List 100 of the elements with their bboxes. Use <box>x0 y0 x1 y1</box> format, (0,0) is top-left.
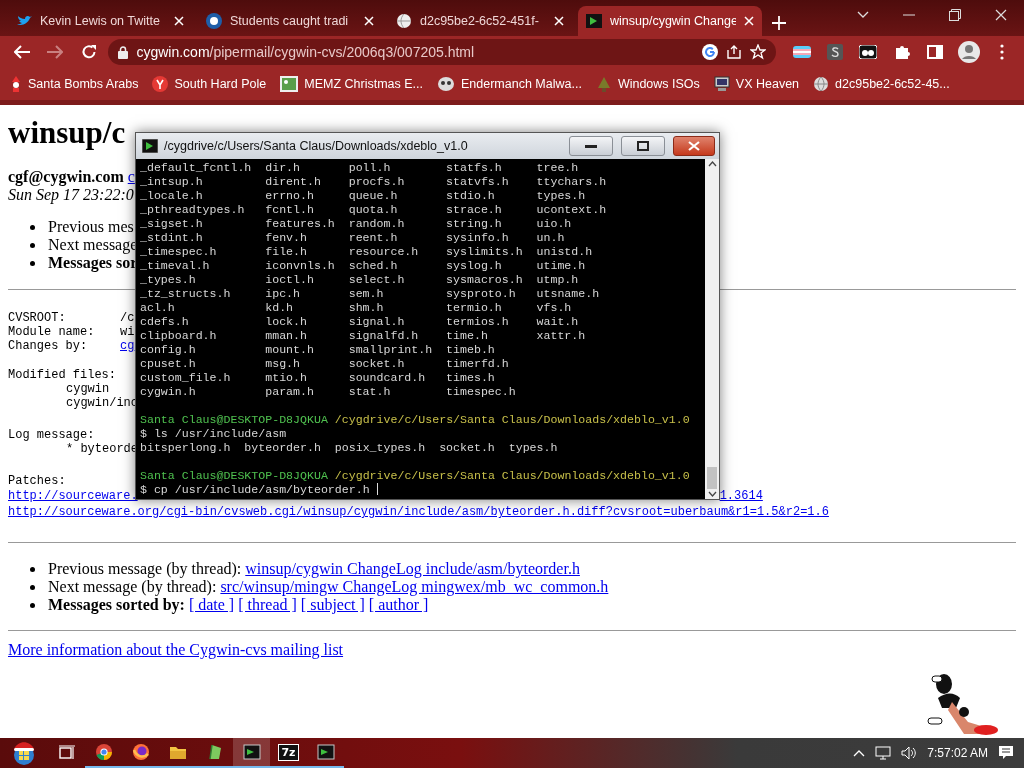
bookmark[interactable]: VX Heaven <box>713 76 800 92</box>
field-link[interactable]: cg <box>120 339 135 353</box>
file-name: lock.h <box>265 315 307 329</box>
file-name: types.h <box>508 441 558 455</box>
file-name: errno.h <box>265 189 314 203</box>
google-icon[interactable] <box>701 44 718 60</box>
bullet-icon <box>30 585 35 590</box>
archive-app-label[interactable]: 7z <box>278 743 299 761</box>
image-icon <box>280 76 299 92</box>
file-name: signalfd.h <box>348 329 419 343</box>
file-name: syslog.h <box>446 259 502 273</box>
chrome-icon[interactable] <box>94 743 113 761</box>
file-name: reent.h <box>348 231 398 245</box>
reload-icon[interactable] <box>80 44 97 60</box>
new-tab-icon[interactable] <box>772 16 786 30</box>
firefox-icon[interactable] <box>131 743 150 761</box>
nav-label: Messages sorted by: <box>48 596 185 614</box>
flag-icon[interactable] <box>792 46 811 58</box>
thread-link[interactable]: winsup/cygwin ChangeLog include/asm/byteorder.h <box>245 560 580 578</box>
volume-icon[interactable] <box>901 746 918 760</box>
side-panel-icon[interactable] <box>927 44 944 60</box>
file-name: _default_fcntl.h <box>140 161 252 175</box>
close-button[interactable] <box>673 136 715 156</box>
terminal-icon <box>142 139 158 153</box>
bookmark[interactable]: MEMZ Christmas E... <box>280 76 423 92</box>
file-name: poll.h <box>348 161 391 175</box>
maximize-button[interactable] <box>621 136 665 156</box>
sort-link[interactable]: [ date ] <box>188 596 235 614</box>
minimize-button[interactable] <box>569 136 613 156</box>
sort-link[interactable]: [ thread ] <box>238 596 297 614</box>
bookmark[interactable]: South Hard Pole <box>152 76 267 92</box>
share-icon[interactable] <box>725 44 742 60</box>
bookmark[interactable]: d2c95be2-6c52-45... <box>813 76 950 92</box>
mailing-list-link[interactable]: More information about the Cygwin-cvs mailing list <box>8 641 344 658</box>
file-name: signal.h <box>348 315 405 329</box>
address-bar[interactable]: cygwin.com/pipermail/cygwin-cvs/2006q3/007205.html <box>108 39 776 65</box>
file-name: _timeval.h <box>140 259 210 273</box>
chevron-down-icon[interactable] <box>857 11 869 19</box>
prompt-user: Santa Claus@DESKTOP-D8JQKUA <box>140 469 328 483</box>
email-link[interactable]: c <box>127 168 135 185</box>
scrollbar[interactable] <box>705 159 719 499</box>
patch-link[interactable]: 1.3614 <box>719 489 763 503</box>
task-view-icon[interactable] <box>57 745 76 761</box>
start-orb-icon <box>11 740 37 766</box>
file-name: sched.h <box>348 259 398 273</box>
patch-link[interactable]: http://sourceware.org/cgi-bin/cvsweb.cgi/winsup/cygwin/include/asm/byteorder.h.diff?cvsroot=uberbaum&r1=1.5&r2=1.6 <box>8 505 829 519</box>
terminal-icon[interactable] <box>316 743 335 761</box>
bookmark[interactable]: Windows ISOs <box>595 76 700 92</box>
file-name: string.h <box>446 217 502 231</box>
file-name: stdio.h <box>446 189 495 203</box>
file-name: ioctl.h <box>265 273 314 287</box>
chevron-up-icon[interactable] <box>853 749 866 757</box>
file-name: ucontext.h <box>536 203 607 217</box>
close-icon[interactable] <box>995 9 1007 21</box>
field-value: /c <box>120 311 135 325</box>
restore-icon[interactable] <box>949 9 961 21</box>
notification-icon[interactable] <box>998 745 1014 761</box>
eyes-icon[interactable] <box>859 45 878 59</box>
field-label: CVSROOT: <box>8 311 67 325</box>
file-name: tree.h <box>536 161 579 175</box>
field-value: wi <box>120 325 135 339</box>
file-path: cygwin/inc <box>66 396 138 410</box>
network-icon[interactable] <box>875 746 892 760</box>
file-name: bitsperlong.h <box>140 441 231 455</box>
file-name: un.h <box>536 231 565 245</box>
file-name: unistd.h <box>536 245 593 259</box>
menu-icon[interactable] <box>1000 44 1005 60</box>
sort-link[interactable]: [ author ] <box>368 596 429 614</box>
scrollbar-thumb[interactable] <box>707 467 717 489</box>
browser-tab[interactable]: d2c95be2-6c52-451f- <box>388 6 572 36</box>
file-name: termio.h <box>446 301 502 315</box>
sort-link[interactable]: [ subject ] <box>300 596 365 614</box>
file-name: sysinfo.h <box>446 231 509 245</box>
browser-tab[interactable]: Students caught tradi <box>198 6 382 36</box>
star-icon[interactable] <box>749 44 766 60</box>
bookmark[interactable]: Santa Bombs Arabs <box>10 76 139 92</box>
file-name: socket.h <box>348 357 405 371</box>
file-name: byteorder.h <box>244 441 321 455</box>
terminal-icon[interactable] <box>242 743 261 761</box>
logo-icon <box>206 13 222 29</box>
puzzle-icon[interactable] <box>893 44 910 60</box>
tab-title: Kevin Lewis on Twitte <box>40 14 161 28</box>
file-name: stat.h <box>348 385 391 399</box>
back-arrow-icon[interactable] <box>13 45 30 59</box>
file-name: dirent.h <box>265 175 321 189</box>
file-name: utime.h <box>536 259 586 273</box>
file-name: mount.h <box>265 343 314 357</box>
file-name: random.h <box>348 217 405 231</box>
thread-link[interactable]: src/winsup/mingw ChangeLog mingwex/mb_wc_common.h <box>220 578 609 596</box>
clock[interactable]: 7:57:02 AM <box>927 746 988 760</box>
leaf-icon[interactable] <box>206 743 223 761</box>
file-name: select.h <box>348 273 405 287</box>
bookmark[interactable]: Endermanch Malwa... <box>437 76 582 92</box>
folder-icon[interactable] <box>168 744 187 760</box>
file-name: uio.h <box>536 217 572 231</box>
letter-square-icon[interactable] <box>826 44 843 60</box>
patch-link[interactable]: http://sourceware. <box>8 489 138 503</box>
file-name: cygwin.h <box>140 385 196 399</box>
profile-icon[interactable] <box>957 41 980 63</box>
browser-tab[interactable]: Kevin Lewis on Twitte <box>8 6 192 36</box>
